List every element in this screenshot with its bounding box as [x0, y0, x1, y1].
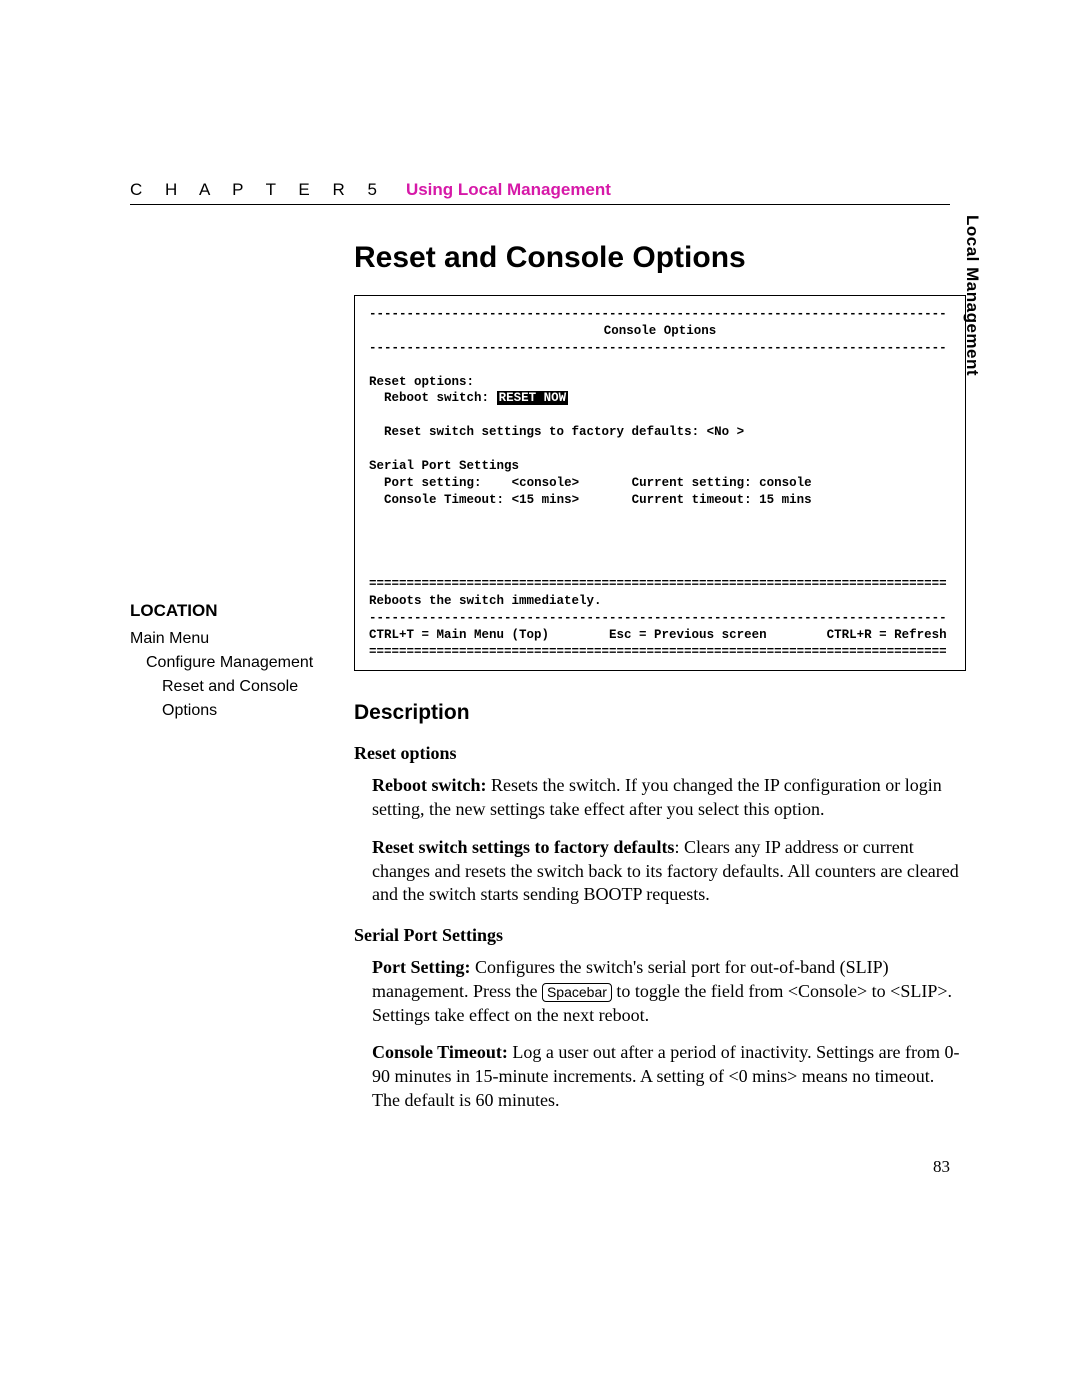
port-setting-para: Port Setting: Configures the switch's se…: [354, 956, 966, 1027]
location-heading: LOCATION: [130, 601, 328, 621]
console-rule-top: ----------------------------------------…: [369, 306, 951, 323]
console-current-setting: Current setting: console: [632, 476, 812, 490]
console-current-timeout: Current timeout: 15 mins: [632, 493, 812, 507]
console-esc: Esc = Previous screen: [609, 628, 767, 642]
location-tree: Main Menu Configure Management Reset and…: [130, 627, 328, 723]
chapter-header: C H A P T E R 5 Using Local Management: [130, 180, 950, 205]
port-setting-bold: Port Setting:: [372, 957, 470, 977]
serial-port-subhead: Serial Port Settings: [354, 925, 966, 946]
reset-options-subhead: Reset options: [354, 743, 966, 764]
console-port-label: Port setting:: [384, 476, 482, 490]
spacebar-keycap: Spacebar: [542, 983, 612, 1002]
reboot-switch-bold: Reboot switch:: [372, 775, 487, 795]
factory-defaults-bold: Reset switch settings to factory default…: [372, 837, 674, 857]
console-serial-header: Serial Port Settings: [369, 459, 519, 473]
console-rule: ----------------------------------------…: [369, 340, 951, 357]
location-level-2: Configure Management: [130, 651, 328, 675]
location-level-1: Main Menu: [130, 627, 328, 651]
console-ctrl-r: CTRL+R = Refresh: [827, 628, 947, 642]
console-timeout-label: Console Timeout:: [384, 493, 504, 507]
console-timeout-value: <15 mins>: [512, 493, 580, 507]
page-title: Reset and Console Options: [354, 241, 966, 275]
factory-defaults-para: Reset switch settings to factory default…: [354, 836, 966, 907]
console-reboot-label: Reboot switch:: [384, 391, 489, 405]
console-title: Console Options: [369, 323, 951, 340]
console-reset-options-label: Reset options:: [369, 375, 474, 389]
console-help-line: Reboots the switch immediately.: [369, 594, 602, 608]
console-rule-eq1: ========================================…: [369, 576, 951, 593]
location-level-3: Reset and Console Options: [130, 675, 328, 723]
console-factory-line: Reset switch settings to factory default…: [384, 425, 744, 439]
console-reboot-value: RESET NOW: [497, 391, 569, 405]
chapter-title-link: Using Local Management: [406, 180, 611, 200]
description-heading: Description: [354, 701, 966, 725]
console-timeout-para: Console Timeout: Log a user out after a …: [354, 1041, 966, 1112]
console-port-value: <console>: [512, 476, 580, 490]
console-screenshot: ----------------------------------------…: [354, 295, 966, 671]
chapter-number: C H A P T E R 5: [130, 180, 386, 200]
page-number: 83: [933, 1157, 950, 1177]
reboot-switch-para: Reboot switch: Resets the switch. If you…: [354, 774, 966, 822]
console-timeout-bold: Console Timeout:: [372, 1042, 508, 1062]
console-rule-eq2: ========================================…: [369, 644, 951, 661]
console-rule-bottom: ----------------------------------------…: [369, 610, 951, 627]
console-ctrl-t: CTRL+T = Main Menu (Top): [369, 628, 549, 642]
